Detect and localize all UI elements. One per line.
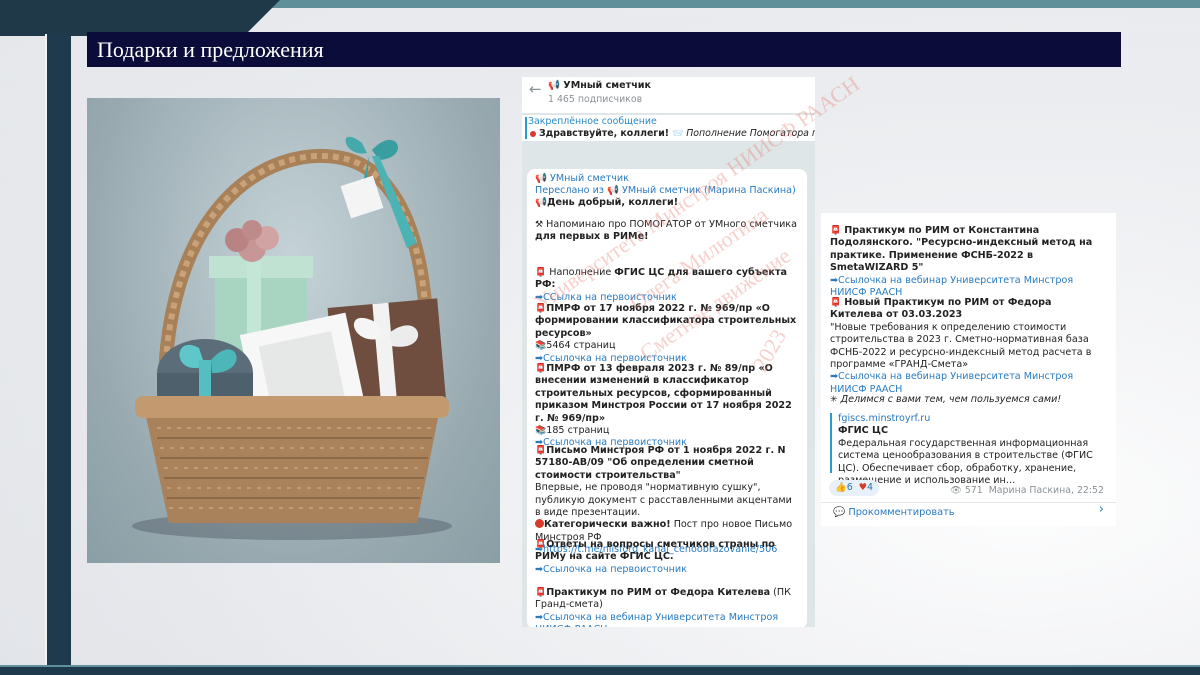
greeting-line: 📢День добрый, коллеги! — [535, 197, 679, 208]
message-bubble: 📢 УМный сметчик Переслано из 📢 УМный сме… — [527, 169, 807, 627]
post-practicum-kitelev: 📮Практикум по РИМ от Федора Кителева (ПК… — [535, 587, 799, 627]
message-meta: 👁 571 Марина Паскина, 22:52 — [949, 485, 1104, 496]
chevron-right-icon[interactable]: › — [1099, 503, 1104, 516]
tools-icon: ⚒ — [535, 220, 544, 230]
back-arrow-icon[interactable]: ← — [529, 81, 542, 97]
sparkle-icon: ✳ — [830, 395, 838, 405]
mailbox-icon: 📮 — [830, 298, 842, 308]
comment-button[interactable]: 💬 Прокомментировать — [833, 507, 955, 519]
arrow-icon: ➡ — [535, 291, 544, 303]
top-corner-decoration — [0, 0, 280, 36]
link-webinar-1[interactable]: Ссылочка на вебинар Университета Минстро… — [535, 612, 778, 627]
arrow-icon: ➡ — [830, 274, 839, 286]
pinned-bar — [525, 117, 527, 139]
mailbox-icon: 📮 — [535, 446, 547, 456]
books-icon: 📚 — [535, 341, 547, 352]
mailbox-icon: 📮 — [535, 304, 547, 314]
message-channel[interactable]: 📢 УМный сметчик — [535, 173, 799, 185]
mailbox-icon: 📮 — [535, 364, 547, 374]
megaphone-icon: 📢 — [535, 197, 547, 208]
mailbox-icon: 📮 — [535, 540, 547, 550]
share-line: ✳ Делимся с вами тем, чем пользуемся сам… — [830, 394, 1062, 405]
mailbox-icon: 📮 — [830, 226, 842, 236]
red-circle-icon — [535, 519, 544, 529]
link-webinar-2[interactable]: Ссылочка на вебинар Университета Минстро… — [830, 275, 1073, 298]
channel-name[interactable]: 📢 УМный сметчик — [548, 80, 651, 92]
divider — [821, 502, 1116, 503]
telegram-message-continuation: 📮 Практикум по РИМ от Константина Подоля… — [821, 213, 1116, 526]
eye-icon: 👁 — [949, 485, 962, 496]
link-preview[interactable]: fgiscs.minstroyrf.ru ФГИС ЦС Федеральная… — [830, 413, 1106, 486]
link-source-1[interactable]: ССылка на первоисточник — [543, 292, 677, 303]
post-pomogator: ⚒ Напоминаю про ПОМОГАТОР от УМного смет… — [535, 219, 797, 243]
gift-basket-image — [87, 98, 500, 563]
preview-url: fgiscs.minstroyrf.ru — [838, 413, 931, 424]
pinned-message[interactable]: Закреплённое сообщение Здравствуйте, кол… — [522, 115, 815, 141]
post-pmrf-969: 📮ПМРФ от 17 ноября 2022 г. № 969/пр «О ф… — [535, 303, 797, 364]
comment-icon: 💬 — [833, 507, 846, 518]
post-answers: 📮Ответы на вопросы сметчиков страны по Р… — [535, 539, 775, 575]
bottom-bar — [0, 667, 1200, 675]
link-source-2[interactable]: Ссылочка на первоисточник — [543, 353, 687, 364]
link-webinar-3[interactable]: Ссылочка на вебинар Университета Минстро… — [830, 371, 1073, 394]
red-dot-icon — [530, 131, 536, 137]
post-pmrf-89: 📮ПМРФ от 13 февраля 2023 г. № 89/пр «О в… — [535, 363, 792, 449]
reactions[interactable]: 👍6 ♥4 — [829, 480, 879, 496]
books-icon: 📚 — [535, 426, 547, 437]
arrow-icon: ➡ — [535, 563, 544, 575]
telegram-channel-panel: ← 📢 УМный сметчик 1 465 подписчиков Закр… — [522, 77, 815, 627]
left-stripe — [47, 34, 71, 675]
subscriber-count: 1 465 подписчиков — [548, 94, 643, 105]
link-source-4[interactable]: Ссылочка на первоисточник — [543, 564, 687, 575]
forwarded-line[interactable]: Переслано из 📢 УМный сметчик (Марина Пас… — [535, 185, 799, 197]
post-practicum-podolyansky: 📮 Практикум по РИМ от Константина Подоля… — [830, 225, 1093, 299]
post-fgis: 📮 Наполнение ФГИС ЦС для вашего субъекта… — [535, 267, 787, 303]
mailbox-icon: 📮 — [535, 268, 547, 278]
preview-title: ФГИС ЦС — [838, 425, 888, 437]
mailbox-icon: 📮 — [535, 588, 547, 598]
pinned-text: Здравствуйте, коллеги! 📨 Пополнение Помо… — [530, 128, 815, 140]
channel-header: ← 📢 УМный сметчик 1 465 подписчиков — [522, 77, 815, 113]
arrow-icon: ➡ — [535, 611, 544, 623]
slide-title: Подарки и предложения — [87, 32, 1121, 67]
heart-icon: ♥ — [858, 482, 868, 493]
arrow-icon: ➡ — [830, 371, 839, 383]
thumbs-up-icon: 👍 — [835, 482, 847, 493]
preview-text: Федеральная государственная информационн… — [838, 437, 1093, 487]
pinned-title: Закреплённое сообщение — [528, 116, 657, 127]
post-new-practicum: 📮 Новый Практикум по РИМ от Федора Кител… — [830, 297, 1092, 395]
arrow-icon: ➡ — [535, 352, 544, 364]
envelope-icon: 📨 — [672, 129, 684, 139]
